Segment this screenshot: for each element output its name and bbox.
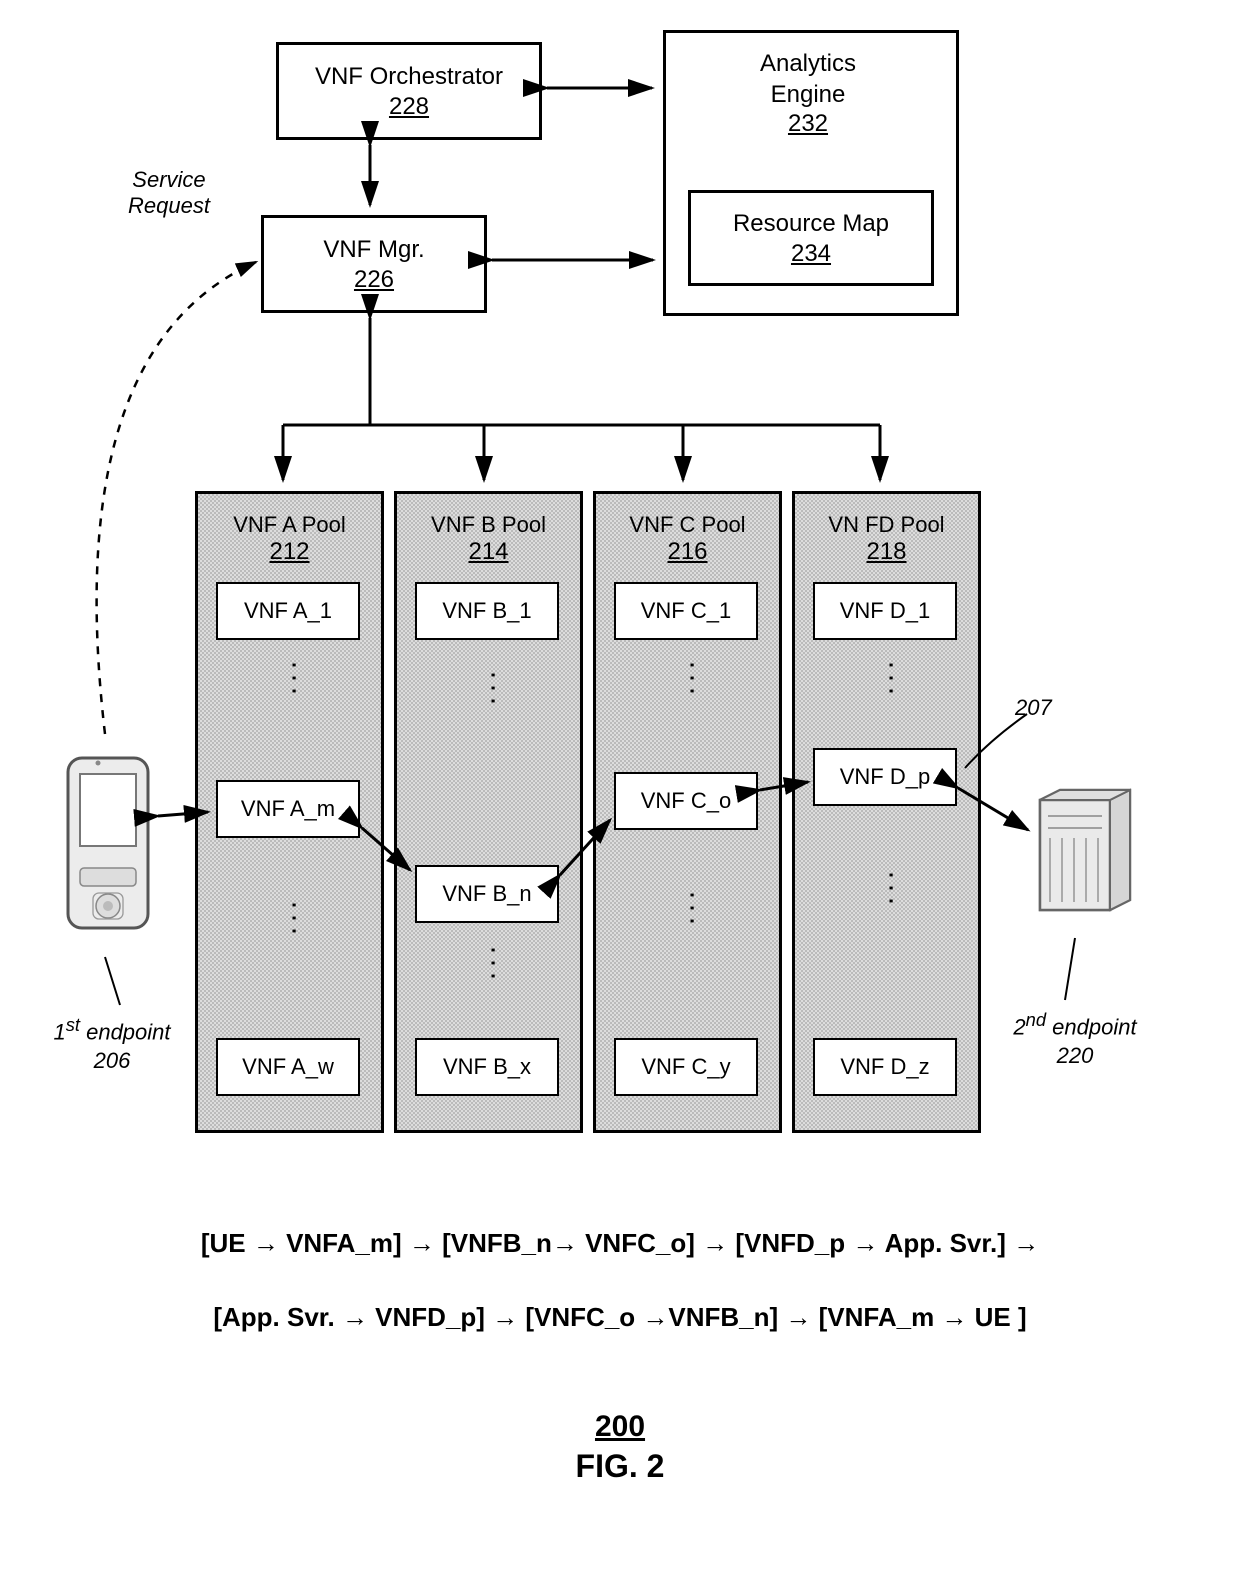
vnf-bx: VNF B_x bbox=[415, 1038, 559, 1096]
dots-a1: ··· bbox=[278, 660, 312, 699]
vnf-c1: VNF C_1 bbox=[614, 582, 758, 640]
pool-a-ref: 212 bbox=[198, 538, 381, 566]
analytics-engine-titlewrap: Analytics Engine 232 bbox=[663, 48, 953, 138]
ep2-ref: 220 bbox=[1057, 1043, 1094, 1068]
ep1-rest: endpoint bbox=[80, 1019, 171, 1044]
pool-d-title: VN FD Pool bbox=[795, 512, 978, 538]
ep2-l1: 2 bbox=[1013, 1014, 1025, 1039]
service-request-label: Service Request bbox=[128, 167, 210, 220]
resource-map-box: Resource Map 234 bbox=[688, 190, 934, 286]
vnf-d1: VNF D_1 bbox=[813, 582, 957, 640]
vnf-co: VNF C_o bbox=[614, 772, 758, 830]
analytics-ref: 232 bbox=[663, 110, 953, 138]
phone-icon bbox=[48, 738, 168, 958]
service-request-l2: Request bbox=[128, 193, 210, 219]
vnf-orchestrator-box: VNF Orchestrator 228 bbox=[276, 42, 542, 140]
endpoint1-label: 1st endpoint 206 bbox=[42, 1013, 182, 1076]
pool-a-title: VNF A Pool bbox=[198, 512, 381, 538]
dots-a2: ··· bbox=[278, 900, 312, 939]
ep1-sup: st bbox=[66, 1014, 80, 1035]
pool-c-title: VNF C Pool bbox=[596, 512, 779, 538]
service-request-l1: Service bbox=[128, 167, 210, 193]
vnf-cy: VNF C_y bbox=[614, 1038, 758, 1096]
vnf-aw: VNF A_w bbox=[216, 1038, 360, 1096]
flow-line1: [UE → VNFA_m] → [VNFB_n→ VNFC_o] → [VNFD… bbox=[0, 1228, 1240, 1259]
pool-d-ref: 218 bbox=[795, 538, 978, 566]
analytics-title-1: Analytics bbox=[663, 48, 953, 79]
pool-b-ref: 214 bbox=[397, 538, 580, 566]
ep2-rest: endpoint bbox=[1046, 1014, 1137, 1039]
vnf-dz: VNF D_z bbox=[813, 1038, 957, 1096]
vnf-orchestrator-title: VNF Orchestrator bbox=[315, 61, 503, 92]
ep1-ref: 206 bbox=[94, 1048, 131, 1073]
vnf-dp: VNF D_p bbox=[813, 748, 957, 806]
pool-c-ref: 216 bbox=[596, 538, 779, 566]
analytics-title-2: Engine bbox=[663, 79, 953, 110]
vnf-orchestrator-ref: 228 bbox=[389, 93, 429, 121]
vnf-mgr-box: VNF Mgr. 226 bbox=[261, 215, 487, 313]
flow-line2: [App. Svr. → VNFD_p] → [VNFC_o →VNFB_n] … bbox=[0, 1302, 1240, 1333]
dots-b2: ··· bbox=[477, 945, 511, 984]
dots-c1: ··· bbox=[676, 660, 710, 699]
resource-map-ref: 234 bbox=[791, 240, 831, 268]
resource-map-title: Resource Map bbox=[733, 208, 889, 239]
dots-c2: ··· bbox=[676, 890, 710, 929]
pool-c-header: VNF C Pool 216 bbox=[596, 494, 779, 566]
vnf-a1: VNF A_1 bbox=[216, 582, 360, 640]
dots-b1: ··· bbox=[477, 670, 511, 709]
dots-d2: ··· bbox=[875, 870, 909, 909]
vnf-bn: VNF B_n bbox=[415, 865, 559, 923]
vnf-mgr-title: VNF Mgr. bbox=[323, 234, 424, 265]
vnf-am: VNF A_m bbox=[216, 780, 360, 838]
dots-d1: ··· bbox=[875, 660, 909, 699]
pool-b-header: VNF B Pool 214 bbox=[397, 494, 580, 566]
ep1-l1: 1 bbox=[53, 1019, 65, 1044]
server-icon bbox=[1025, 780, 1155, 940]
ep2-sup: nd bbox=[1026, 1009, 1046, 1030]
pool-d-header: VN FD Pool 218 bbox=[795, 494, 978, 566]
fig-label: FIG. 2 bbox=[0, 1448, 1240, 1485]
pool-b-title: VNF B Pool bbox=[397, 512, 580, 538]
fig-num: 200 bbox=[0, 1410, 1240, 1444]
endpoint2-label: 2nd endpoint 220 bbox=[1000, 1008, 1150, 1071]
vnf-mgr-ref: 226 bbox=[354, 266, 394, 294]
ref207-label: 207 bbox=[1015, 695, 1052, 721]
pool-a-header: VNF A Pool 212 bbox=[198, 494, 381, 566]
vnf-b1: VNF B_1 bbox=[415, 582, 559, 640]
